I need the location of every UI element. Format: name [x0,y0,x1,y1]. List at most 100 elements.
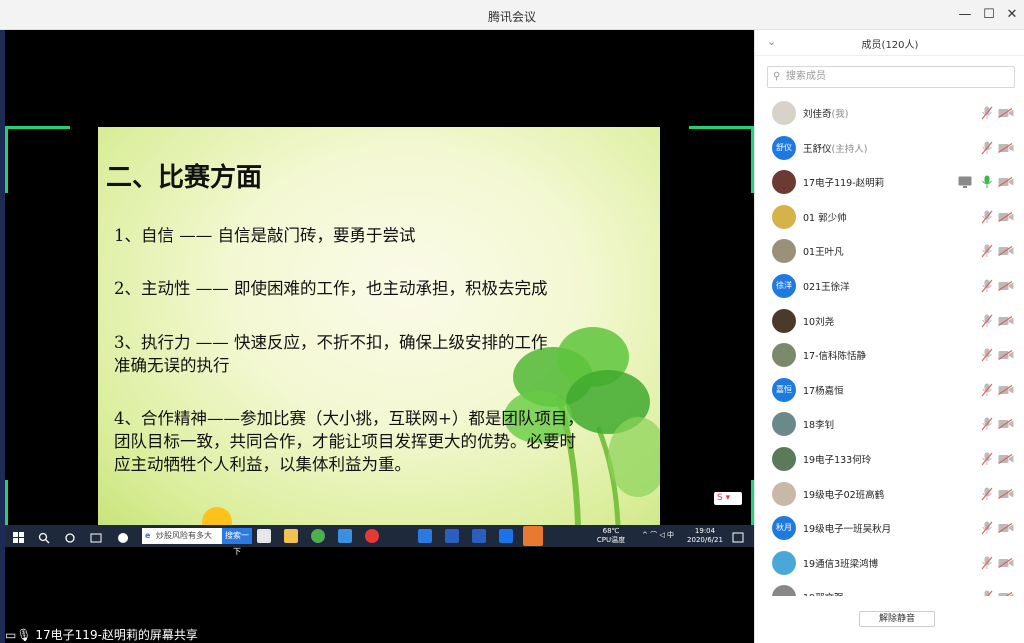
clock-time[interactable]: 19:04 [687,527,723,536]
cortana-icon[interactable] [64,529,78,543]
member-row[interactable]: 19通信3班梁鸿博 [755,546,1024,581]
camera-off-icon[interactable] [998,211,1014,222]
member-row[interactable]: 19电子133何玲 [755,442,1024,477]
member-row[interactable]: 嘉恒 17杨嘉恒 [755,373,1024,408]
member-name-text: 17杨嘉恒 [803,385,844,397]
notification-icon[interactable] [732,529,746,543]
phone-icon[interactable] [418,529,432,543]
camera-off-icon[interactable] [998,384,1014,395]
mic-muted-icon[interactable] [981,417,993,431]
member-name-text: 王舒仪 [803,143,832,155]
camera-off-icon[interactable] [998,557,1014,568]
mic-muted-icon[interactable] [981,383,993,397]
meeting-icon[interactable] [499,529,513,543]
member-name: 19级电子02班高鹤 [803,487,884,501]
member-row[interactable]: 秋月 19级电子一班吴秋月 [755,511,1024,546]
word-icon-2[interactable] [472,529,486,543]
camera-off-icon[interactable] [998,523,1014,534]
member-name: 19电子133何玲 [803,452,871,466]
member-panel-header: ⌄ 成员(120人) [755,30,1024,56]
member-row[interactable]: 18李钊 [755,407,1024,442]
mic-muted-icon[interactable] [981,210,993,224]
taskbar-search-box[interactable]: e 炒股风险有多大 [142,528,222,544]
member-name: 18李钊 [803,417,834,431]
member-name: 19级电子一班吴秋月 [803,521,891,535]
camera-off-icon[interactable] [998,108,1014,118]
browser-e-icon: e [145,531,151,540]
member-row[interactable]: 刘佳奇(我) [755,96,1024,131]
member-search-input[interactable]: ⚲ 搜索成员 [767,66,1015,88]
store-icon[interactable] [257,529,271,543]
word-icon[interactable] [445,529,459,543]
slide-heading: 二、比赛方面 [106,163,263,193]
avatar [772,170,796,195]
mic-muted-icon[interactable] [981,314,993,328]
cpu-temp-value: 68℃ [602,527,620,535]
member-name: 19邢文强 [803,590,844,596]
camera-off-icon[interactable] [998,246,1014,257]
start-icon[interactable] [13,529,27,543]
mic-muted-icon[interactable] [981,590,993,596]
member-row[interactable]: 01 郭少帅 [755,200,1024,235]
avatar [772,101,796,125]
music-icon[interactable] [365,529,379,543]
screen-share-icon [958,176,972,189]
member-name: 01 郭少帅 [803,210,847,224]
frame-corner [5,480,8,525]
member-row[interactable]: 10刘尧 [755,304,1024,339]
ime-indicator[interactable]: S ▾ [714,492,742,505]
avatar [772,585,796,596]
folder-icon[interactable] [284,529,298,543]
mic-muted-icon[interactable] [981,348,993,362]
mic-on-icon[interactable] [981,175,993,189]
powerpoint-icon[interactable] [523,526,543,546]
mic-muted-icon[interactable] [981,556,993,570]
unmute-all-button[interactable]: 解除静音 [859,611,935,627]
app-green-icon[interactable] [311,529,325,543]
pinwheel-icon[interactable] [117,529,131,543]
mic-muted-icon[interactable] [981,487,993,501]
member-row[interactable]: 01王叶凡 [755,234,1024,269]
member-row[interactable]: 17电子119-赵明莉 [755,165,1024,200]
mic-muted-icon[interactable] [981,244,993,258]
camera-off-icon[interactable] [998,142,1014,153]
task-view-icon[interactable] [90,529,104,543]
member-row[interactable]: 17-信科陈恬静 [755,338,1024,373]
mail-icon[interactable] [338,529,352,543]
camera-off-icon[interactable] [998,350,1014,361]
slide-point-2: 2、主动性 —— 即使困难的工作，也主动承担，积极去完成 [114,279,548,298]
camera-off-icon[interactable] [998,280,1014,291]
close-button[interactable]: ✕ [1002,5,1022,25]
mic-muted-icon[interactable] [981,106,993,120]
member-name: 17杨嘉恒 [803,383,844,397]
avatar [772,239,796,264]
mic-muted-icon[interactable] [981,452,993,466]
mic-muted-icon[interactable] [981,521,993,535]
search-go-button[interactable]: 搜索一下 [222,528,252,556]
mic-muted-icon[interactable] [981,279,993,293]
member-name: 17电子119-赵明莉 [803,175,884,189]
member-list[interactable]: 刘佳奇(我) 舒仪 王舒仪(主持人) 17电子119-赵明莉 01 郭少帅 01王叶凡徐洋… [755,96,1024,596]
tray-icons[interactable]: ^ ⌒ ◁ 中 [633,531,683,540]
clock-date[interactable]: 2020/6/21 [685,536,725,545]
maximize-button[interactable]: ☐ [979,5,999,25]
search-icon[interactable] [38,529,52,544]
minimize-button[interactable]: — [955,5,975,25]
member-row[interactable]: 19级电子02班高鹤 [755,477,1024,512]
camera-off-icon[interactable] [998,315,1014,326]
camera-off-icon[interactable] [998,453,1014,464]
camera-off-icon[interactable] [998,419,1014,430]
member-row[interactable]: 徐洋 021王徐洋 [755,269,1024,304]
camera-off-icon[interactable] [998,177,1014,188]
avatar [772,412,796,437]
mic-muted-icon[interactable] [981,141,993,155]
camera-off-icon[interactable] [998,592,1014,596]
member-row[interactable]: 19邢文强 [755,580,1024,596]
windows-taskbar: e 炒股风险有多大 搜索一下 68℃ CPU温度 ^ ⌒ ◁ 中 19:04 2… [5,525,754,556]
member-row[interactable]: 舒仪 王舒仪(主持人) [755,131,1024,166]
share-caption-text: 17电子119-赵明莉的屏幕共享 [35,628,198,642]
member-name-text: 01王叶凡 [803,247,844,259]
member-name: 19通信3班梁鸿博 [803,556,878,570]
member-role: (主持人) [831,143,868,155]
camera-off-icon[interactable] [998,488,1014,499]
